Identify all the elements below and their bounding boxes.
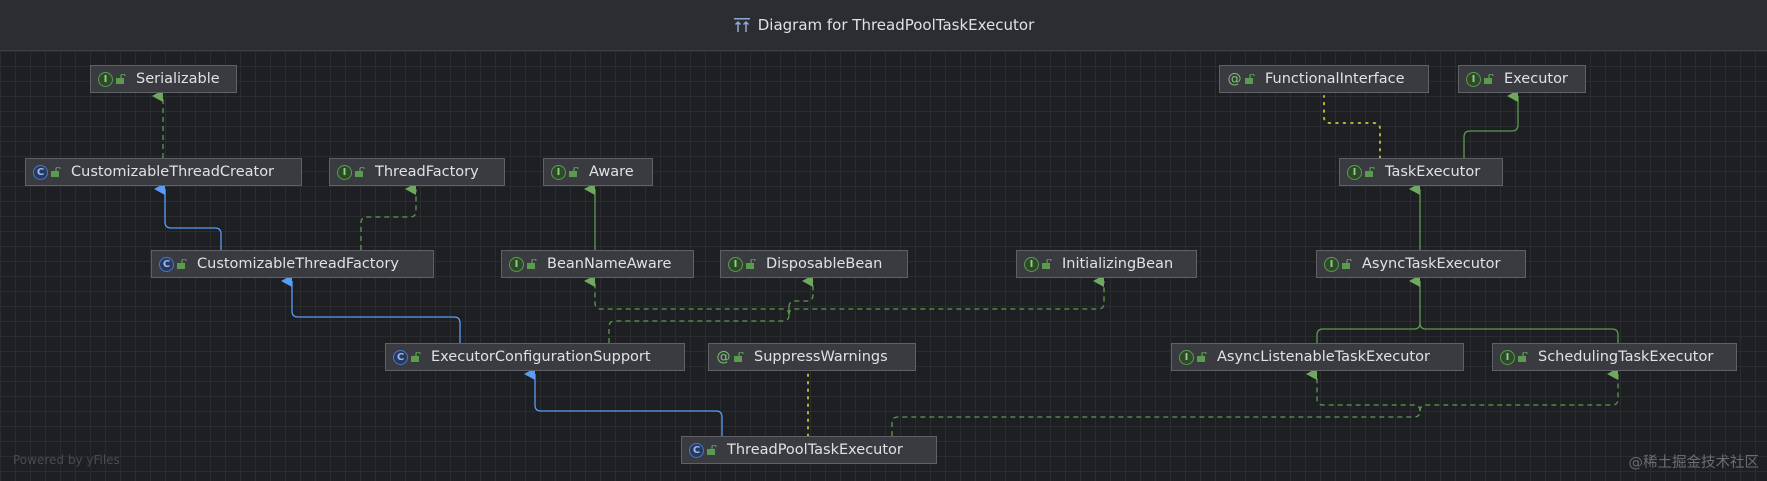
annotation-icon: @ [1227,71,1242,87]
node-label: Serializable [136,71,220,87]
window-title: Diagram for ThreadPoolTaskExecutor [757,16,1035,34]
public-visibility-icon [1245,74,1255,84]
node-task-executor[interactable]: I TaskExecutor [1339,158,1503,186]
edge-tpte-interfaces [891,407,1421,436]
title-bar: Diagram for ThreadPoolTaskExecutor [0,0,1767,51]
class-icon: C [689,442,704,458]
class-icon: C [159,256,174,272]
diagram-canvas[interactable]: I Serializable @ FunctionalInterface I E… [0,51,1767,481]
public-visibility-icon [734,352,744,362]
node-label: AsyncListenableTaskExecutor [1217,349,1430,365]
node-label: CustomizableThreadFactory [197,256,399,272]
site-watermark: @稀土掘金技术社区 [1628,455,1760,471]
public-visibility-icon [411,352,421,362]
interface-icon: I [551,164,566,180]
edge-task-executor [1463,90,1519,158]
edge-asynclistenable-async [1316,275,1421,343]
node-label: FunctionalInterface [1265,71,1405,87]
edge-ecs-beanname [584,275,790,316]
node-label: CustomizableThreadCreator [71,164,275,180]
class-icon: C [33,164,48,180]
public-visibility-icon [1197,352,1207,362]
public-visibility-icon [1518,352,1528,362]
edge-factory-threadfactory [360,183,417,250]
edge-ecs-initializing [788,275,1105,316]
node-scheduling-task-executor[interactable]: I SchedulingTaskExecutor [1492,343,1737,371]
node-label: ThreadPoolTaskExecutor [727,442,903,458]
node-label: TaskExecutor [1385,164,1481,180]
node-serializable[interactable]: I Serializable [90,65,237,93]
node-disposable-bean[interactable]: I DisposableBean [720,250,908,278]
public-visibility-icon [177,259,187,269]
node-label: SchedulingTaskExecutor [1538,349,1714,365]
edge-task-functional [1323,95,1381,159]
edge-tpte-scheduling [1419,368,1619,412]
node-thread-pool-task-executor[interactable]: C ThreadPoolTaskExecutor [681,436,937,464]
class-icon: C [393,349,408,365]
edge-ecs-disposable [788,275,814,308]
node-executor-configuration-support[interactable]: C ExecutorConfigurationSupport [385,343,685,371]
public-visibility-icon [51,167,61,177]
public-visibility-icon [1365,167,1375,177]
node-bean-name-aware[interactable]: I BeanNameAware [501,250,694,278]
node-customizable-thread-creator[interactable]: C CustomizableThreadCreator [25,158,302,186]
interface-icon: I [1179,349,1194,365]
public-visibility-icon [746,259,756,269]
node-label: InitializingBean [1062,256,1174,272]
annotation-icon: @ [716,349,731,365]
node-initializing-bean[interactable]: I InitializingBean [1016,250,1197,278]
interface-icon: I [728,256,743,272]
node-label: AsyncTaskExecutor [1362,256,1501,272]
edge-tpte-ecs [524,368,723,436]
public-visibility-icon [569,167,579,177]
public-visibility-icon [527,259,537,269]
node-thread-factory[interactable]: I ThreadFactory [329,158,505,186]
interface-icon: I [1347,164,1362,180]
interface-icon: I [509,256,524,272]
node-functional-interface[interactable]: @ FunctionalInterface [1219,65,1429,93]
node-label: Executor [1504,71,1568,87]
node-async-listenable-task-executor[interactable]: I AsyncListenableTaskExecutor [1171,343,1464,371]
node-label: Aware [589,164,634,180]
interface-icon: I [337,164,352,180]
interface-icon: I [1466,71,1481,87]
edge-ecs-interfaces [608,307,790,343]
node-label: DisposableBean [766,256,883,272]
node-label: ExecutorConfigurationSupport [431,349,651,365]
node-label: ThreadFactory [375,164,479,180]
interface-icon: I [1324,256,1339,272]
public-visibility-icon [355,167,365,177]
interface-icon: I [1500,349,1515,365]
public-visibility-icon [116,74,126,84]
interface-icon: I [1024,256,1039,272]
diagram-icon [733,18,750,32]
node-suppress-warnings[interactable]: @ SuppressWarnings [708,343,916,371]
edge-factory-creator [154,183,222,250]
edge-ecs-factory [281,275,461,343]
edge-tpte-asynclistenable [1306,368,1421,412]
interface-icon: I [98,71,113,87]
diagram-window: Diagram for ThreadPoolTaskExecutor I Ser… [0,0,1767,481]
public-visibility-icon [1042,259,1052,269]
public-visibility-icon [1342,259,1352,269]
public-visibility-icon [707,445,717,455]
node-label: SuppressWarnings [754,349,888,365]
powered-by-label: Powered by yFiles [13,453,120,467]
node-executor[interactable]: I Executor [1458,65,1586,93]
node-label: BeanNameAware [547,256,672,272]
node-async-task-executor[interactable]: I AsyncTaskExecutor [1316,250,1526,278]
node-customizable-thread-factory[interactable]: C CustomizableThreadFactory [151,250,434,278]
node-aware[interactable]: I Aware [543,158,653,186]
public-visibility-icon [1484,74,1494,84]
edge-scheduling-async [1419,322,1619,343]
